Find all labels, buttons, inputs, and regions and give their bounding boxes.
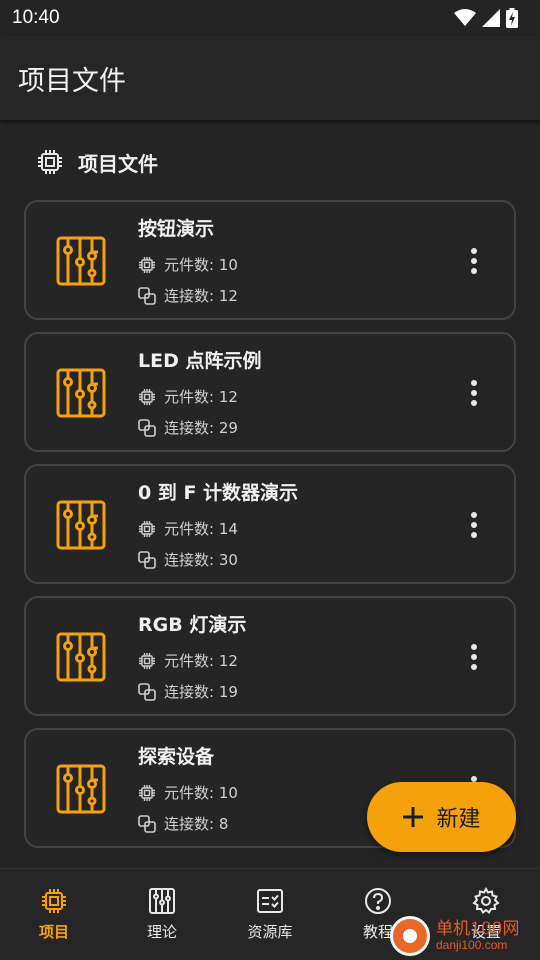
more-options-icon[interactable]: [464, 510, 484, 540]
nav-item-library[interactable]: 资源库: [216, 869, 324, 960]
component-count-label: 元件数: 10: [164, 784, 238, 802]
nav-label: 教程: [362, 923, 393, 941]
link-squares-icon: [138, 682, 156, 701]
link-squares-icon: [138, 418, 156, 437]
component-count: 元件数: 12: [138, 650, 238, 671]
nav-item-theory[interactable]: 理论: [108, 869, 216, 960]
circuit-board-icon: [56, 236, 106, 286]
section-header: 项目文件: [36, 144, 158, 180]
connection-count: 连接数: 19: [138, 681, 238, 702]
component-count: 元件数: 14: [138, 518, 238, 539]
wifi-icon: [454, 9, 476, 26]
circuit-board-icon: [56, 500, 106, 550]
more-options-icon[interactable]: [464, 378, 484, 408]
status-icons: [454, 8, 518, 28]
chip-icon: [38, 150, 62, 174]
connection-count-label: 连接数: 30: [164, 551, 238, 569]
new-project-button[interactable]: 新建: [367, 782, 516, 852]
watermark-line1: 单机100网: [436, 919, 520, 940]
chip-icon: [139, 784, 155, 801]
connection-count-label: 连接数: 19: [164, 683, 238, 701]
watermark-line2: danji100.com: [436, 937, 508, 952]
nav-item-projects[interactable]: 项目: [0, 869, 108, 960]
component-count-label: 元件数: 12: [164, 652, 238, 670]
component-count-label: 元件数: 10: [164, 256, 238, 274]
component-count-label: 元件数: 12: [164, 388, 238, 406]
project-card[interactable]: RGB 灯演示 元件数: 12 连接数: 19: [24, 596, 516, 716]
plus-icon: [403, 807, 424, 827]
connection-count: 连接数: 8: [138, 813, 228, 834]
status-bar: 10:40: [0, 0, 540, 36]
chip-icon: [42, 889, 66, 913]
connection-count: 连接数: 30: [138, 549, 238, 570]
new-project-label: 新建: [436, 807, 481, 832]
signal-icon: [482, 9, 500, 27]
more-options-icon[interactable]: [464, 246, 484, 276]
chip-icon: [139, 652, 155, 669]
status-time: 10:40: [12, 7, 60, 28]
project-card[interactable]: 按钮演示 元件数: 10 连接数: 12: [24, 200, 516, 320]
circuit-board-icon: [56, 764, 106, 814]
nav-label: 资源库: [247, 923, 293, 941]
project-title: 按钮演示: [138, 218, 215, 240]
link-squares-icon: [138, 550, 156, 569]
watermark-text: 单机100网 danji100.com: [436, 920, 519, 952]
component-count: 元件数: 12: [138, 386, 238, 407]
circuit-board-icon: [56, 632, 106, 682]
watermark: 单机100网 danji100.com: [390, 912, 540, 960]
connection-count: 连接数: 12: [138, 285, 238, 306]
chip-icon: [139, 388, 155, 405]
more-options-icon[interactable]: [464, 642, 484, 672]
gear-icon: [472, 887, 500, 915]
connection-count-label: 连接数: 12: [164, 287, 238, 305]
chip-icon: [139, 520, 155, 537]
circuit-board-icon: [56, 368, 106, 418]
project-title: 探索设备: [138, 746, 215, 768]
link-squares-icon: [138, 286, 156, 305]
connection-count: 连接数: 29: [138, 417, 238, 438]
nav-label: 项目: [38, 923, 69, 941]
chip-icon: [139, 256, 155, 273]
connection-count-label: 连接数: 8: [164, 815, 229, 833]
component-count: 元件数: 10: [138, 782, 238, 803]
checklist-icon: [257, 889, 283, 913]
battery-charging-icon: [506, 8, 518, 28]
project-card[interactable]: LED 点阵示例 元件数: 12 连接数: 29: [24, 332, 516, 452]
nav-label: 理论: [146, 923, 177, 941]
app-title: 项目文件: [18, 65, 126, 97]
circuit-board-icon: [149, 888, 175, 914]
help-circle-icon: [365, 888, 391, 914]
project-title: LED 点阵示例: [138, 350, 262, 372]
component-count: 元件数: 10: [138, 254, 238, 275]
app-bar: 项目文件: [0, 36, 540, 120]
component-count-label: 元件数: 14: [164, 520, 238, 538]
connection-count-label: 连接数: 29: [164, 419, 238, 437]
section-title: 项目文件: [78, 151, 158, 176]
link-squares-icon: [138, 814, 156, 833]
project-title: RGB 灯演示: [138, 614, 247, 636]
project-title: 0 到 F 计数器演示: [138, 482, 299, 504]
project-card[interactable]: 0 到 F 计数器演示 元件数: 14 连接数: 30: [24, 464, 516, 584]
watermark-logo-icon: [390, 916, 430, 956]
